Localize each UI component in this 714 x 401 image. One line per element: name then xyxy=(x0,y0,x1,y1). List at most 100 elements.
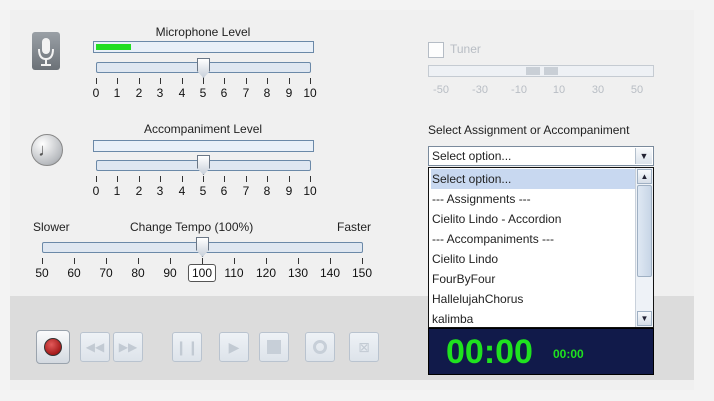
scale-tick xyxy=(234,258,235,264)
scale-label: 80 xyxy=(131,266,145,280)
scale-label: 150 xyxy=(351,266,373,280)
scale-tick xyxy=(266,258,267,264)
scale-tick xyxy=(330,258,331,264)
scale-label: 10 xyxy=(303,184,317,198)
tuner-scale-label: 30 xyxy=(591,84,605,96)
pause-icon: ❙❙ xyxy=(175,338,199,355)
microphone-icon xyxy=(32,32,60,70)
select-title: Select Assignment or Accompaniment xyxy=(428,123,630,137)
scale-tick xyxy=(96,78,97,84)
scale-label: 9 xyxy=(285,184,293,198)
scale-label: 8 xyxy=(263,86,271,100)
dropdown-scrollbar[interactable]: ▲ ▼ xyxy=(635,168,653,327)
stop-button[interactable] xyxy=(259,332,289,362)
tuner-checkbox[interactable] xyxy=(428,42,444,58)
scale-tick xyxy=(182,176,183,182)
scale-label: 2 xyxy=(135,184,143,198)
scale-label: 5 xyxy=(199,86,207,100)
scale-label: 120 xyxy=(255,266,277,280)
scale-tick xyxy=(289,78,290,84)
rewind-button[interactable]: ◀◀ xyxy=(80,332,110,362)
tuner-meter xyxy=(428,65,654,77)
scale-label: 50 xyxy=(35,266,49,280)
tuner-scale-label: -10 xyxy=(511,84,527,96)
scroll-up-icon[interactable]: ▲ xyxy=(637,169,652,184)
close-box-button[interactable]: ⊠ xyxy=(349,332,379,362)
scale-label: 90 xyxy=(163,266,177,280)
scale-tick xyxy=(182,78,183,84)
scale-label: 6 xyxy=(220,86,228,100)
scale-tick xyxy=(267,176,268,182)
scale-label: 100 xyxy=(187,264,217,282)
dropdown-option[interactable]: FourByFour xyxy=(431,269,638,289)
pause-button[interactable]: ❙❙ xyxy=(172,332,202,362)
scale-tick xyxy=(117,176,118,182)
chevron-down-icon[interactable]: ▼ xyxy=(635,148,652,164)
scale-label: 2 xyxy=(135,86,143,100)
scale-tick xyxy=(246,176,247,182)
scale-tick xyxy=(170,258,171,264)
scrollbar-thumb[interactable] xyxy=(637,185,652,277)
play-icon: ▶ xyxy=(228,338,240,355)
timer-sub: 00:00 xyxy=(553,347,584,361)
scale-label: 110 xyxy=(224,266,244,280)
scale-tick xyxy=(246,78,247,84)
scale-label: 0 xyxy=(92,184,100,198)
fast-forward-button[interactable]: ▶▶ xyxy=(113,332,143,362)
dropdown-option[interactable]: Cielito Lindo - Accordion xyxy=(431,209,638,229)
scale-label: 1 xyxy=(113,86,121,100)
tuner-segment xyxy=(526,67,540,75)
assignment-select[interactable]: Select option... ▼ xyxy=(428,146,654,166)
scale-tick xyxy=(310,78,311,84)
play-button[interactable]: ▶ xyxy=(219,332,249,362)
tempo-title: Change Tempo (100%) xyxy=(130,220,254,234)
fast-forward-icon: ▶▶ xyxy=(118,340,138,354)
scale-tick xyxy=(139,176,140,182)
scale-label: 5 xyxy=(199,184,207,198)
record-button[interactable] xyxy=(36,330,70,364)
tuner-segment xyxy=(544,67,558,75)
scale-tick xyxy=(289,176,290,182)
tuner-scale-label: 50 xyxy=(630,84,644,96)
tempo-scale: 50 60 70 80 90 100 110 120 130 140 150 xyxy=(35,258,372,282)
scale-label: 3 xyxy=(156,184,164,198)
scale-tick xyxy=(160,78,161,84)
scale-label: 4 xyxy=(178,184,186,198)
timer-display: 00:00 00:00 xyxy=(428,328,654,375)
tempo-faster-label: Faster xyxy=(337,220,372,234)
scale-label: 6 xyxy=(220,184,228,198)
scale-tick xyxy=(224,78,225,84)
scale-tick xyxy=(117,78,118,84)
scale-label: 4 xyxy=(178,86,186,100)
scale-tick xyxy=(96,176,97,182)
dropdown-option[interactable]: HallelujahChorus xyxy=(431,289,638,309)
dropdown-option[interactable]: kalimba xyxy=(431,309,638,327)
scale-label: 140 xyxy=(319,266,341,280)
dropdown-option[interactable]: --- Assignments --- xyxy=(431,189,638,209)
microphone-level-meter xyxy=(93,41,314,53)
scale-tick xyxy=(160,176,161,182)
scale-tick xyxy=(362,258,363,264)
dropdown-option[interactable]: --- Accompaniments --- xyxy=(431,229,638,249)
scale-label: 130 xyxy=(287,266,309,280)
dropdown-option[interactable]: Select option... xyxy=(431,169,638,189)
scale-label: 3 xyxy=(156,86,164,100)
scale-tick xyxy=(138,258,139,264)
dropdown-option[interactable]: Cielito Lindo xyxy=(431,249,638,269)
close-box-icon: ⊠ xyxy=(358,338,370,355)
rewind-icon: ◀◀ xyxy=(85,340,105,354)
scale-tick xyxy=(310,176,311,182)
scale-label: 10 xyxy=(303,86,317,100)
scale-label: 7 xyxy=(242,86,250,100)
scale-label: 60 xyxy=(67,266,81,280)
microphone-level-title: Microphone Level xyxy=(155,25,251,39)
tuner-scale-label: -30 xyxy=(472,84,488,96)
loop-button[interactable] xyxy=(305,332,335,362)
scroll-down-icon[interactable]: ▼ xyxy=(637,311,652,326)
scale-tick xyxy=(298,258,299,264)
music-note-icon: ♩ xyxy=(31,134,63,166)
tuner-scale-label: 10 xyxy=(552,84,566,96)
scale-label: 70 xyxy=(99,266,113,280)
tuner-scale-label: -50 xyxy=(433,84,449,96)
record-icon xyxy=(44,338,62,356)
